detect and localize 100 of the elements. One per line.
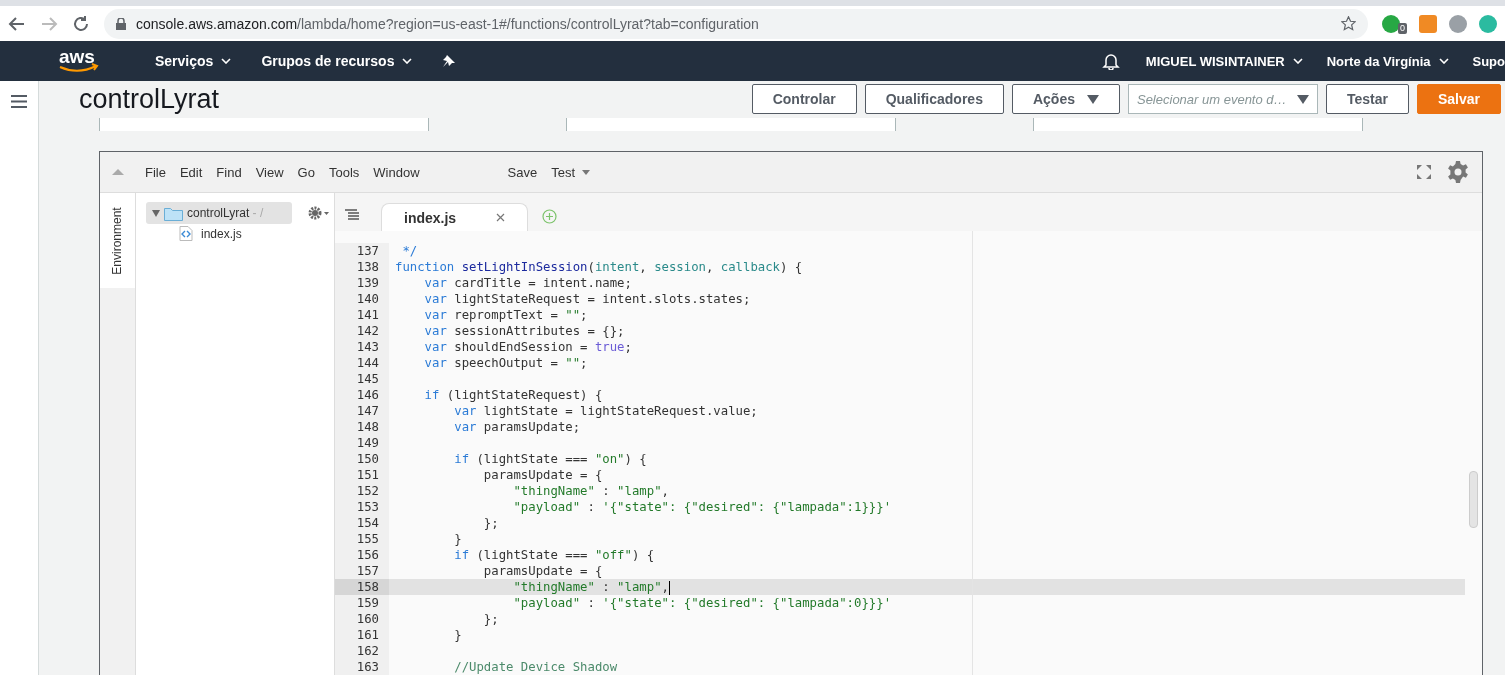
code-line: var sessionAttributes = {}; <box>423 323 625 339</box>
caret-icon[interactable] <box>582 169 591 175</box>
code-line: }; <box>482 515 499 531</box>
line-number: 149 <box>335 435 389 451</box>
actions-dropdown[interactable]: Ações <box>1011 84 1120 115</box>
code-line: if (lightState === "on") { <box>453 451 647 467</box>
close-icon[interactable] <box>496 213 506 222</box>
line-number: 155 <box>335 531 389 547</box>
code-line: "payload" : '{"state": {"desired": {"lampada":0}}}' <box>512 595 892 611</box>
nav-menu[interactable]: Grupos de recursos <box>261 53 413 69</box>
region-menu[interactable]: Norte da Virgínia <box>1326 53 1449 69</box>
code-line: var lightState = lightStateRequest.value; <box>453 403 758 419</box>
user-menu[interactable]: MIGUEL WISINTAINER <box>1145 53 1303 69</box>
code-line: "thingName" : "lamp", <box>512 483 669 499</box>
expand-arrow-icon <box>152 209 160 217</box>
line-number: 146 <box>335 387 389 403</box>
menu-item[interactable]: Window <box>366 164 427 180</box>
folder-icon <box>164 205 183 221</box>
action-button[interactable]: Testar <box>1325 84 1409 115</box>
code-line: var lightStateRequest = intent.slots.states; <box>423 291 751 307</box>
line-number: 145 <box>335 371 389 387</box>
save-menu-button[interactable]: Save <box>500 164 545 180</box>
address-bar[interactable]: console.aws.amazon.com/lambda/home?region=us-east-1#/functions/controlLyrat?tab=configuration <box>104 8 1368 39</box>
code-line: paramsUpdate = { <box>482 467 603 483</box>
settings-icon[interactable] <box>308 206 330 220</box>
line-number: 157 <box>335 563 389 579</box>
code-file-icon <box>179 226 193 241</box>
bell-icon[interactable] <box>1101 52 1120 70</box>
input-field[interactable] <box>1033 117 1363 131</box>
code-line: paramsUpdate = { <box>482 563 603 579</box>
scrollbar[interactable] <box>1469 471 1478 528</box>
code-line: var paramsUpdate; <box>453 419 581 435</box>
menu-item[interactable]: File <box>138 164 173 180</box>
code-line: function setLightInSession(intent, session, callback) { <box>394 259 803 275</box>
action-button[interactable]: Qualificadores <box>864 84 1004 115</box>
function-title: controlLyrat <box>79 83 221 115</box>
line-number: 163 <box>335 659 389 675</box>
star-icon[interactable] <box>1341 16 1356 31</box>
menu-item[interactable]: Edit <box>172 164 210 180</box>
line-number: 150 <box>335 451 389 467</box>
line-number: 158 <box>335 579 389 595</box>
caret-icon <box>1438 58 1449 64</box>
pin-icon[interactable] <box>442 54 457 68</box>
code-line: var repromptText = ""; <box>423 307 588 323</box>
line-number: 152 <box>335 483 389 499</box>
list-icon[interactable] <box>345 209 359 221</box>
menu-item[interactable]: Tools <box>321 164 367 180</box>
url-text: console.aws.amazon.com/lambda/home?region=us-east-1#/functions/controlLyrat?tab=configuration <box>136 15 760 32</box>
code-line: */ <box>401 243 418 259</box>
environment-tab[interactable]: Environment <box>100 193 135 288</box>
fullscreen-icon[interactable] <box>1416 164 1432 180</box>
menu-icon[interactable] <box>11 95 27 108</box>
input-field[interactable] <box>566 117 896 131</box>
settings-icon[interactable] <box>1446 160 1470 184</box>
code-line: if (lightStateRequest) { <box>423 387 603 403</box>
extension-badge: 0 <box>1398 23 1407 34</box>
caret-icon <box>1296 94 1309 104</box>
line-number: 139 <box>335 275 389 291</box>
code-line: var shouldEndSession = true; <box>423 339 632 355</box>
back-icon[interactable] <box>8 14 26 33</box>
logo-drawing: aws <box>57 48 101 74</box>
code-line: var cardTitle = intent.name; <box>423 275 632 291</box>
line-number: 148 <box>335 419 389 435</box>
caret-icon <box>402 58 413 64</box>
support-menu[interactable]: Supo <box>1472 53 1505 69</box>
line-number: 161 <box>335 627 389 643</box>
lock-icon <box>116 17 126 30</box>
line-number: 154 <box>335 515 389 531</box>
line-number: 144 <box>335 355 389 371</box>
code-line: } <box>453 627 462 643</box>
line-number: 151 <box>335 467 389 483</box>
reload-icon[interactable] <box>72 14 90 33</box>
nav-menu[interactable]: Serviços <box>155 53 232 69</box>
line-number: 156 <box>335 547 389 563</box>
line-number: 141 <box>335 307 389 323</box>
caret-icon <box>1086 94 1099 104</box>
collapse-icon[interactable] <box>112 168 124 176</box>
line-number: 142 <box>335 323 389 339</box>
line-number: 153 <box>335 499 389 515</box>
menu-item[interactable]: Find <box>209 164 249 180</box>
logo[interactable]: aws <box>57 48 137 74</box>
menu-item[interactable]: Go <box>290 164 322 180</box>
folder-item[interactable]: controlLyrat - / <box>146 202 292 224</box>
file-tab[interactable]: index.js <box>381 203 529 231</box>
line-number: 137 <box>335 243 389 259</box>
code-line: if (lightState === "off") { <box>453 547 655 563</box>
line-number: 138 <box>335 259 389 275</box>
line-number: 143 <box>335 339 389 355</box>
line-number: 147 <box>335 403 389 419</box>
menu-item[interactable]: View <box>248 164 291 180</box>
action-button[interactable]: Controlar <box>751 84 857 115</box>
line-number: 160 <box>335 611 389 627</box>
code-line: "thingName" : "lamp", <box>512 579 671 595</box>
line-number: 140 <box>335 291 389 307</box>
test-menu-button[interactable]: Test <box>544 164 583 180</box>
line-number: 162 <box>335 643 389 659</box>
caret-icon <box>1292 58 1303 64</box>
code-line: } <box>453 531 462 547</box>
input-field[interactable] <box>99 117 429 131</box>
file-tree-item[interactable]: index.js <box>179 226 334 241</box>
